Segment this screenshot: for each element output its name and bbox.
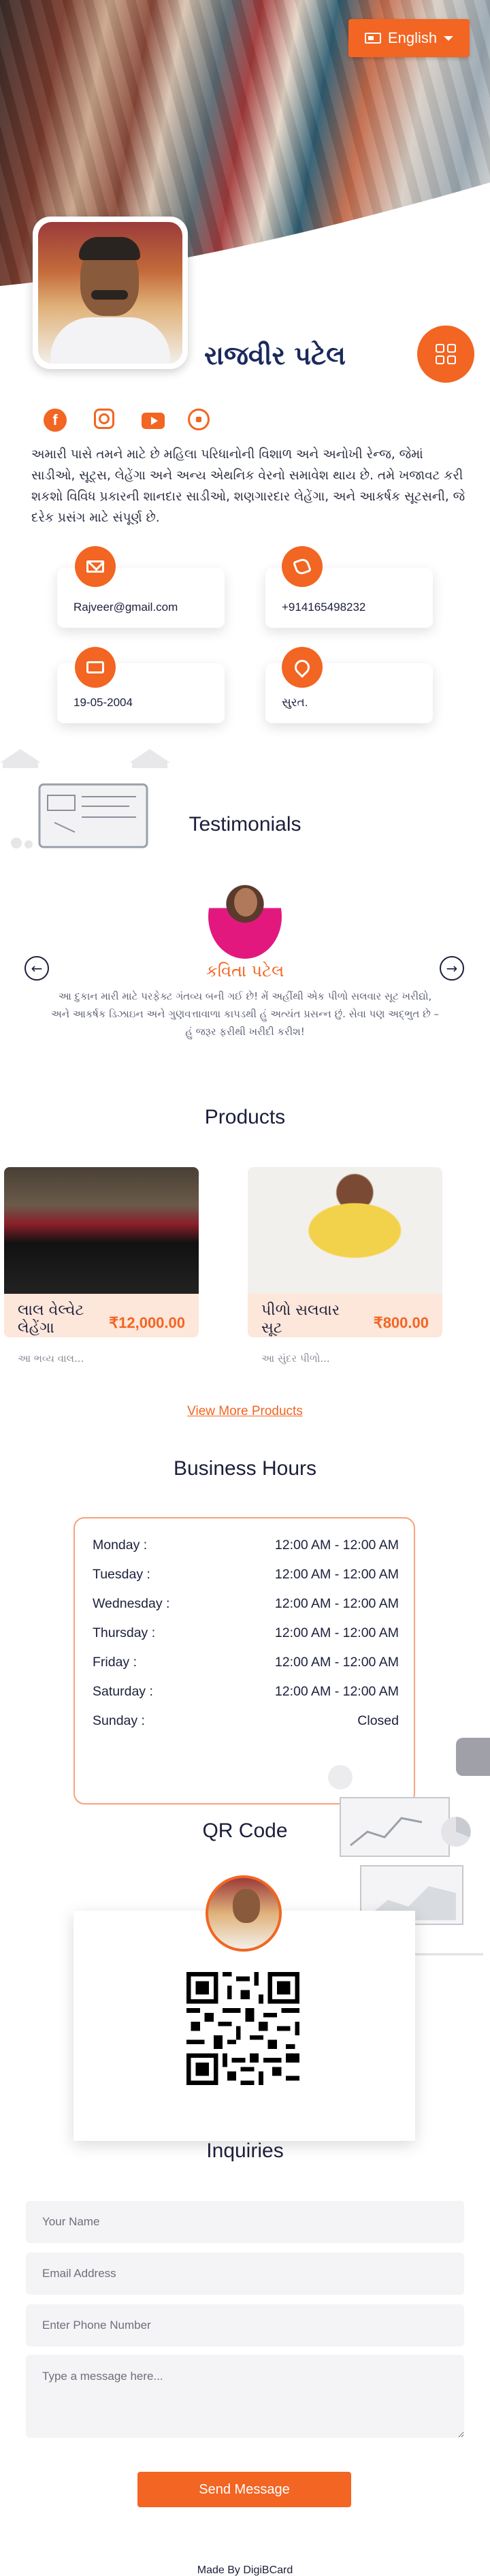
grid-icon xyxy=(436,344,456,364)
hours-row: Saturday :12:00 AM - 12:00 AM xyxy=(93,1684,399,1699)
language-flag-icon xyxy=(364,33,381,44)
footer-text: Made By DigiBCard xyxy=(197,2564,293,2576)
product-card[interactable]: પીળો સલવાર સૂટ ₹800.00 xyxy=(248,1167,442,1337)
product-image xyxy=(4,1167,199,1294)
location-value: સુરત. xyxy=(282,696,308,709)
phone-input[interactable] xyxy=(26,2304,464,2347)
qr-avatar xyxy=(206,1875,282,1952)
chevron-down-icon xyxy=(444,35,454,41)
instagram-icon[interactable] xyxy=(94,409,114,429)
vcard-button[interactable] xyxy=(417,325,474,383)
testimonials-title: Testimonials xyxy=(189,813,301,836)
youtube-icon[interactable] xyxy=(142,413,165,429)
dob-value: 19-05-2004 xyxy=(74,696,133,709)
email-icon xyxy=(75,546,116,587)
send-message-button[interactable]: Send Message xyxy=(137,2472,351,2507)
language-label: English xyxy=(387,29,438,46)
view-more-products-link[interactable]: View More Products xyxy=(0,1404,490,1419)
product-name: પીળો સલવાર સૂટ xyxy=(261,1302,340,1337)
location-pin-icon xyxy=(282,647,323,688)
product-name: લાલ વેલ્વેટ લેહેંગા xyxy=(18,1302,84,1337)
business-hours-card: Monday :12:00 AM - 12:00 AM Tuesday :12:… xyxy=(74,1517,415,1804)
hours-row: Thursday :12:00 AM - 12:00 AM xyxy=(93,1625,399,1640)
language-dropdown[interactable]: English xyxy=(348,19,470,57)
hours-row: Sunday : Closed xyxy=(93,1713,399,1728)
message-textarea[interactable] xyxy=(26,2355,464,2438)
profile-avatar xyxy=(33,217,188,369)
testimonial-name: કવિતા પટેલ xyxy=(206,961,284,981)
email-value: Rajveer@gmail.com xyxy=(74,601,178,614)
hours-row: Friday :12:00 AM - 12:00 AM xyxy=(93,1655,399,1670)
business-hours-title: Business Hours xyxy=(173,1457,317,1480)
qr-code-title: QR Code xyxy=(202,1819,288,1842)
hours-row: Wednesday :12:00 AM - 12:00 AM xyxy=(93,1596,399,1611)
inquiries-title: Inquiries xyxy=(206,2140,284,2162)
hours-row: Tuesday :12:00 AM - 12:00 AM xyxy=(93,1567,399,1582)
products-title: Products xyxy=(204,1106,286,1128)
name-input[interactable] xyxy=(26,2201,464,2243)
facebook-icon[interactable]: f xyxy=(44,409,67,432)
phone-value: +914165498232 xyxy=(282,601,366,614)
email-input[interactable] xyxy=(26,2253,464,2295)
product-desc: આ ભવ્ય વાલ... xyxy=(18,1352,84,1365)
profile-name: રાજવીર પટેલ xyxy=(204,340,346,370)
testimonial-text: આ દુકાન મારી માટે પરફેક્ટ ગંતવ્ય બની ગઈ … xyxy=(51,990,439,1038)
product-image xyxy=(248,1167,442,1294)
phone-icon xyxy=(282,546,323,587)
testimonial-avatar xyxy=(208,874,282,959)
product-price: ₹12,000.00 xyxy=(109,1314,185,1331)
profile-about: અમારી પાસે તમને માટે છે મહિલા પરિધાનોની … xyxy=(31,447,466,525)
product-desc: આ સુંદર પીળો... xyxy=(261,1352,330,1365)
cake-icon xyxy=(75,647,116,688)
whatsapp-icon[interactable] xyxy=(188,409,210,430)
product-price: ₹800.00 xyxy=(373,1314,429,1331)
product-card[interactable]: લાલ વેલ્વેટ લેહેંગા ₹12,000.00 xyxy=(4,1167,199,1337)
qr-code-image xyxy=(186,1972,299,2085)
hours-row: Monday :12:00 AM - 12:00 AM xyxy=(93,1538,399,1553)
